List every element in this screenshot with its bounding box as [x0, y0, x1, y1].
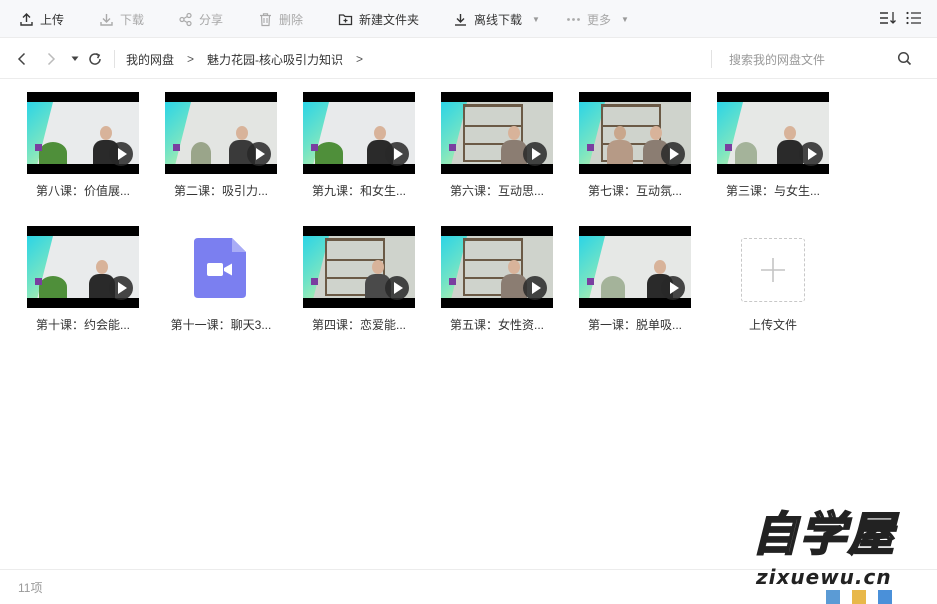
toolbar: 上传 下载 分享 删除 新建文件夹 离线下载 ▼ 更多 ▼	[0, 0, 937, 38]
refresh-icon	[89, 52, 101, 65]
file-name: 第六课：互动思...	[449, 184, 544, 198]
video-thumbnail	[441, 226, 553, 308]
list-view-button[interactable]	[906, 0, 922, 38]
download-icon	[98, 11, 114, 27]
video-thumbnail	[303, 226, 415, 308]
caret-down-icon	[71, 56, 79, 61]
watermark-title: 自学屋	[751, 506, 896, 562]
file-name: 第一课：脱单吸...	[587, 318, 682, 332]
video-thumbnail	[27, 226, 139, 308]
nav-divider	[711, 50, 712, 68]
file-name: 第十一课：聊天3...	[170, 318, 272, 332]
play-icon	[247, 142, 271, 166]
history-dropdown[interactable]	[69, 39, 81, 79]
video-thumbnail	[717, 92, 829, 174]
more-button[interactable]: 更多 ▼	[565, 0, 629, 38]
forward-button[interactable]	[41, 39, 61, 79]
list-view-icon	[906, 11, 922, 28]
offline-download-label: 离线下载	[474, 12, 523, 27]
play-icon	[385, 142, 409, 166]
new-folder-button[interactable]: 新建文件夹	[337, 0, 419, 38]
video-thumbnail	[165, 92, 277, 174]
chevron-down-icon[interactable]: ▼	[532, 15, 540, 24]
play-icon	[661, 142, 685, 166]
file-name: 第三课：与女生...	[725, 184, 820, 198]
file-name: 第八课：价值展...	[35, 184, 130, 198]
file-name: 第二课：吸引力...	[173, 184, 268, 198]
plus-icon	[761, 258, 785, 282]
new-folder-label: 新建文件夹	[359, 12, 420, 27]
refresh-button[interactable]	[86, 39, 104, 79]
breadcrumb-separator: >	[356, 52, 364, 66]
file-name: 第四课：恋爱能...	[311, 318, 406, 332]
play-icon	[109, 142, 133, 166]
delete-label: 删除	[279, 12, 304, 27]
upload-icon	[18, 11, 34, 27]
play-icon	[661, 276, 685, 300]
sort-icon	[879, 11, 897, 28]
video-thumbnail	[579, 226, 691, 308]
item-count: 11项	[18, 581, 43, 595]
sort-button[interactable]	[879, 0, 897, 38]
offline-download-button[interactable]: 离线下载 ▼	[452, 0, 540, 38]
more-label: 更多	[587, 12, 612, 27]
share-icon	[177, 11, 193, 27]
download-button[interactable]: 下载	[98, 0, 144, 38]
upload-placeholder[interactable]	[741, 238, 805, 302]
more-icon	[565, 11, 581, 27]
video-file-icon	[194, 238, 246, 298]
play-icon	[109, 276, 133, 300]
play-icon	[385, 276, 409, 300]
chevron-down-icon[interactable]: ▼	[621, 15, 629, 24]
breadcrumb-separator: >	[187, 52, 195, 66]
breadcrumb-item-current[interactable]: 魅力花园-核心吸引力知识	[207, 39, 343, 79]
play-icon	[523, 142, 547, 166]
new-folder-icon	[337, 11, 353, 27]
upload-file-label: 上传文件	[748, 318, 797, 332]
back-button[interactable]	[12, 39, 32, 79]
trash-icon	[257, 11, 273, 27]
download-label: 下载	[120, 12, 145, 27]
video-thumbnail	[579, 92, 691, 174]
video-thumbnail	[441, 92, 553, 174]
share-label: 分享	[199, 12, 224, 27]
video-thumbnail	[27, 92, 139, 174]
play-icon	[523, 276, 547, 300]
upload-button[interactable]: 上传	[18, 0, 64, 38]
breadcrumb-item-root[interactable]: 我的网盘	[126, 39, 174, 79]
file-name: 第七课：互动氛...	[587, 184, 682, 198]
file-name: 第九课：和女生...	[311, 184, 406, 198]
search-icon[interactable]	[897, 51, 912, 69]
nav-divider	[114, 50, 115, 68]
search-input[interactable]: 搜索我的网盘文件	[729, 39, 825, 79]
video-thumbnail	[303, 92, 415, 174]
upload-label: 上传	[40, 12, 65, 27]
offline-download-icon	[452, 11, 468, 27]
play-icon	[799, 142, 823, 166]
chevron-left-icon	[17, 52, 26, 66]
share-button[interactable]: 分享	[177, 0, 223, 38]
file-name: 第十课：约会能...	[35, 318, 130, 332]
delete-button[interactable]: 删除	[257, 0, 303, 38]
watermark-badges	[826, 590, 892, 604]
file-name: 第五课：女性资...	[449, 318, 544, 332]
watermark-site: zixuewu.cn	[756, 565, 892, 589]
chevron-right-icon	[47, 52, 56, 66]
